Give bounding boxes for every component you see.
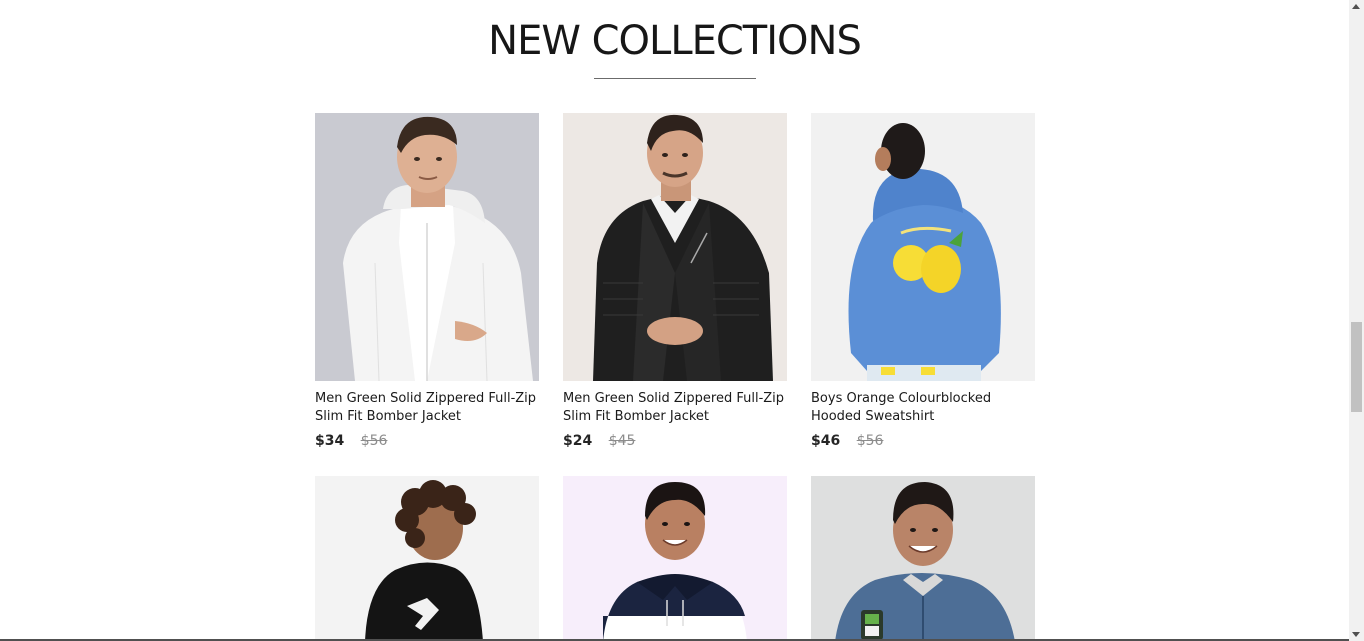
product-price: $34 [315,433,345,449]
product-title[interactable]: Men Green Solid Zippered Full-Zip Slim F… [563,390,787,426]
product-prices: $24 $45 [563,432,787,450]
product-image[interactable] [811,476,1035,641]
vertical-scrollbar[interactable] [1349,0,1364,641]
product-image[interactable] [563,476,787,641]
product-card[interactable]: Boys Orange Colourblocked Hooded Sweatsh… [811,113,1035,450]
product-card[interactable] [563,476,787,641]
section-title: NEW COLLECTIONS [488,18,862,64]
product-image[interactable] [315,476,539,641]
product-price: $24 [563,433,593,449]
product-price: $46 [811,433,841,449]
page: NEW COLLECTIONS Men Green Solid Zippered… [0,0,1364,641]
scrollbar-thumb[interactable] [1351,322,1362,412]
product-image[interactable] [811,113,1035,381]
product-old-price: $45 [608,433,636,449]
scroll-down-icon[interactable] [1352,632,1360,637]
product-old-price: $56 [856,433,884,449]
product-image[interactable] [563,113,787,381]
product-prices: $34 $56 [315,432,539,450]
product-card[interactable]: Men Green Solid Zippered Full-Zip Slim F… [563,113,787,450]
product-card[interactable] [315,476,539,641]
product-title[interactable]: Boys Orange Colourblocked Hooded Sweatsh… [811,390,1035,426]
scroll-up-icon[interactable] [1352,4,1360,9]
product-card[interactable]: Men Green Solid Zippered Full-Zip Slim F… [315,113,539,450]
product-prices: $46 $56 [811,432,1035,450]
title-underline [594,78,756,79]
product-image[interactable] [315,113,539,381]
product-card[interactable] [811,476,1035,641]
product-title[interactable]: Men Green Solid Zippered Full-Zip Slim F… [315,390,539,426]
product-old-price: $56 [360,433,388,449]
